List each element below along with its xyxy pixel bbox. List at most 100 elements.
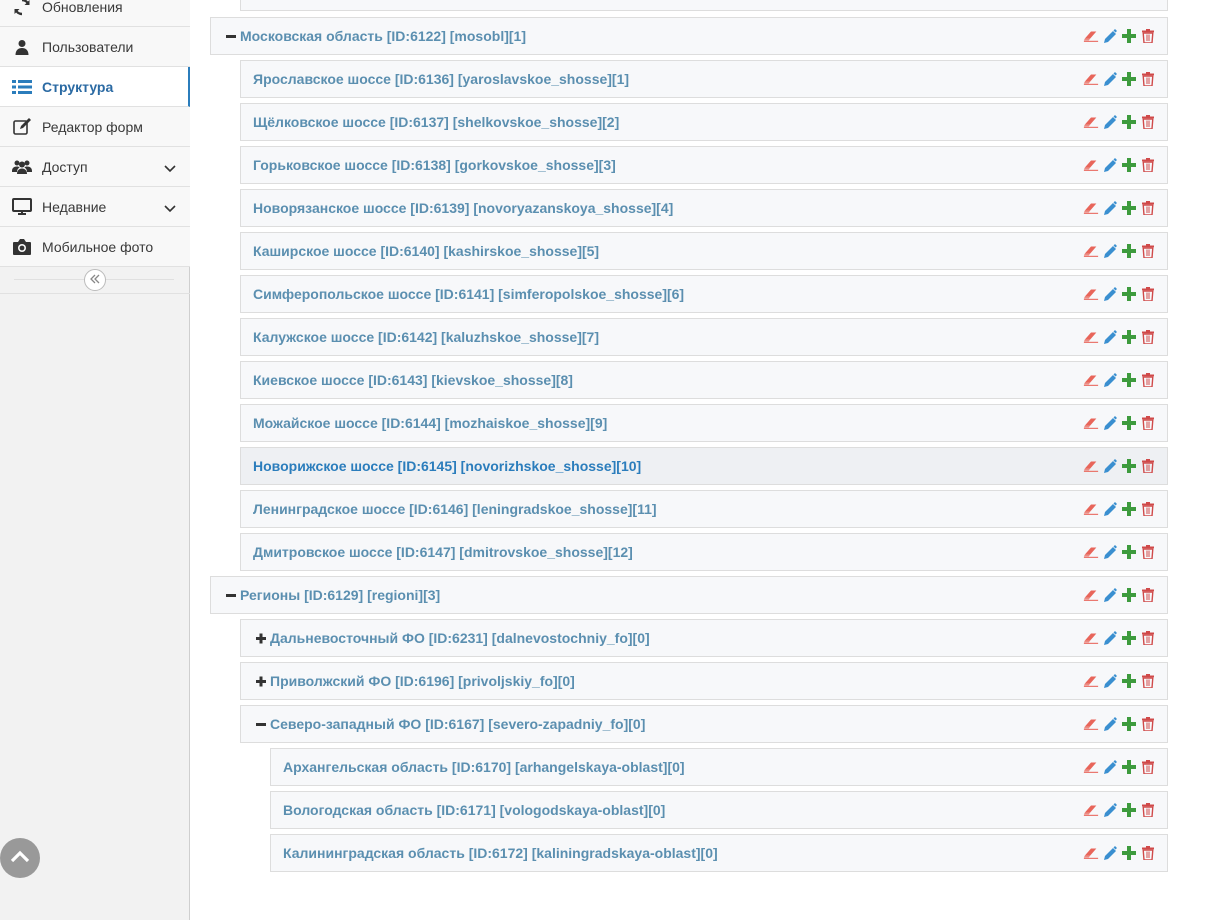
tree-row[interactable]: Вологодская область [ID:6171] [vologodsk… <box>270 791 1168 829</box>
trash-icon[interactable] <box>1140 156 1156 174</box>
eraser-icon[interactable] <box>1083 414 1099 432</box>
pencil-icon[interactable] <box>1102 801 1118 819</box>
tree-row[interactable]: Приволжский ФО [ID:6196] [privoljskiy_fo… <box>240 662 1168 700</box>
plus-icon[interactable] <box>1121 0 1137 1</box>
trash-icon[interactable] <box>1140 414 1156 432</box>
expand-plus-icon[interactable] <box>252 674 270 688</box>
pencil-icon[interactable] <box>1102 199 1118 217</box>
eraser-icon[interactable] <box>1083 758 1099 776</box>
plus-icon[interactable] <box>1121 543 1137 561</box>
pencil-icon[interactable] <box>1102 70 1118 88</box>
tree-row-label[interactable]: Калининградская область [ID:6172] [kalin… <box>283 845 718 861</box>
sidebar-collapse-button[interactable] <box>84 269 106 291</box>
plus-icon[interactable] <box>1121 758 1137 776</box>
eraser-icon[interactable] <box>1083 199 1099 217</box>
tree-row-label[interactable]: Ленинградское шоссе [ID:6146] [leningrad… <box>253 501 657 517</box>
trash-icon[interactable] <box>1140 715 1156 733</box>
tree-row[interactable]: ВАО [ID:6135] [vao][4] <box>240 0 1168 11</box>
pencil-icon[interactable] <box>1102 242 1118 260</box>
eraser-icon[interactable] <box>1083 629 1099 647</box>
tree-row-label[interactable]: Симферопольское шоссе [ID:6141] [simfero… <box>253 286 684 302</box>
eraser-icon[interactable] <box>1083 543 1099 561</box>
tree-row-label[interactable]: Северо-западный ФО [ID:6167] [severo-zap… <box>270 716 645 732</box>
tree-row-label[interactable]: Вологодская область [ID:6171] [vologodsk… <box>283 802 665 818</box>
pencil-icon[interactable] <box>1102 715 1118 733</box>
tree-row[interactable]: Щёлковское шоссе [ID:6137] [shelkovskoe_… <box>240 103 1168 141</box>
trash-icon[interactable] <box>1140 672 1156 690</box>
collapse-minus-icon[interactable] <box>222 588 240 602</box>
trash-icon[interactable] <box>1140 0 1156 1</box>
tree-row[interactable]: Дальневосточный ФО [ID:6231] [dalnevosto… <box>240 619 1168 657</box>
tree-row-label[interactable]: Можайское шоссе [ID:6144] [mozhaiskoe_sh… <box>253 415 607 431</box>
plus-icon[interactable] <box>1121 844 1137 862</box>
eraser-icon[interactable] <box>1083 801 1099 819</box>
tree-row[interactable]: Новорижское шоссе [ID:6145] [novorizhsko… <box>240 447 1168 485</box>
eraser-icon[interactable] <box>1083 371 1099 389</box>
menu-item-form-editor[interactable]: Редактор форм <box>0 107 190 147</box>
plus-icon[interactable] <box>1121 156 1137 174</box>
pencil-icon[interactable] <box>1102 113 1118 131</box>
pencil-icon[interactable] <box>1102 328 1118 346</box>
pencil-icon[interactable] <box>1102 414 1118 432</box>
tree-row[interactable]: Киевское шоссе [ID:6143] [kievskoe_shoss… <box>240 361 1168 399</box>
expand-plus-icon[interactable] <box>252 631 270 645</box>
plus-icon[interactable] <box>1121 328 1137 346</box>
eraser-icon[interactable] <box>1083 844 1099 862</box>
tree-row[interactable]: Московская область [ID:6122] [mosobl][1] <box>210 17 1168 55</box>
tree-row-label[interactable]: Дальневосточный ФО [ID:6231] [dalnevosto… <box>270 630 650 646</box>
eraser-icon[interactable] <box>1083 285 1099 303</box>
tree-row[interactable]: Калининградская область [ID:6172] [kalin… <box>270 834 1168 872</box>
trash-icon[interactable] <box>1140 500 1156 518</box>
plus-icon[interactable] <box>1121 414 1137 432</box>
plus-icon[interactable] <box>1121 285 1137 303</box>
eraser-icon[interactable] <box>1083 242 1099 260</box>
plus-icon[interactable] <box>1121 199 1137 217</box>
eraser-icon[interactable] <box>1083 586 1099 604</box>
pencil-icon[interactable] <box>1102 500 1118 518</box>
plus-icon[interactable] <box>1121 27 1137 45</box>
pencil-icon[interactable] <box>1102 844 1118 862</box>
tree-row-label[interactable]: Архангельская область [ID:6170] [arhange… <box>283 759 685 775</box>
pencil-icon[interactable] <box>1102 371 1118 389</box>
menu-item-users[interactable]: Пользователи <box>0 27 190 67</box>
trash-icon[interactable] <box>1140 113 1156 131</box>
eraser-icon[interactable] <box>1083 27 1099 45</box>
tree-row[interactable]: Северо-западный ФО [ID:6167] [severo-zap… <box>240 705 1168 743</box>
pencil-icon[interactable] <box>1102 672 1118 690</box>
tree-row-label[interactable]: Горьковское шоссе [ID:6138] [gorkovskoe_… <box>253 157 616 173</box>
eraser-icon[interactable] <box>1083 70 1099 88</box>
trash-icon[interactable] <box>1140 801 1156 819</box>
trash-icon[interactable] <box>1140 328 1156 346</box>
tree-row-label[interactable]: Регионы [ID:6129] [regioni][3] <box>240 587 440 603</box>
plus-icon[interactable] <box>1121 70 1137 88</box>
menu-item-access[interactable]: Доступ <box>0 147 190 187</box>
plus-icon[interactable] <box>1121 371 1137 389</box>
tree-row-label[interactable]: Каширское шоссе [ID:6140] [kashirskoe_sh… <box>253 243 599 259</box>
trash-icon[interactable] <box>1140 371 1156 389</box>
trash-icon[interactable] <box>1140 27 1156 45</box>
tree-row-label[interactable]: Московская область [ID:6122] [mosobl][1] <box>240 28 526 44</box>
tree-row-label[interactable]: Щёлковское шоссе [ID:6137] [shelkovskoe_… <box>253 114 619 130</box>
eraser-icon[interactable] <box>1083 0 1099 1</box>
menu-item-updates[interactable]: Обновления <box>0 0 190 27</box>
trash-icon[interactable] <box>1140 285 1156 303</box>
tree-row[interactable]: Каширское шоссе [ID:6140] [kashirskoe_sh… <box>240 232 1168 270</box>
tree-row-label[interactable]: Киевское шоссе [ID:6143] [kievskoe_shoss… <box>253 372 573 388</box>
eraser-icon[interactable] <box>1083 500 1099 518</box>
scroll-top-button[interactable] <box>0 838 40 878</box>
tree-row[interactable]: Горьковское шоссе [ID:6138] [gorkovskoe_… <box>240 146 1168 184</box>
trash-icon[interactable] <box>1140 844 1156 862</box>
plus-icon[interactable] <box>1121 242 1137 260</box>
plus-icon[interactable] <box>1121 715 1137 733</box>
pencil-icon[interactable] <box>1102 758 1118 776</box>
menu-item-structure[interactable]: Структура <box>0 67 190 107</box>
tree-row[interactable]: Регионы [ID:6129] [regioni][3] <box>210 576 1168 614</box>
tree-row-label[interactable]: Новорижское шоссе [ID:6145] [novorizhsko… <box>253 458 641 474</box>
eraser-icon[interactable] <box>1083 457 1099 475</box>
trash-icon[interactable] <box>1140 758 1156 776</box>
eraser-icon[interactable] <box>1083 113 1099 131</box>
pencil-icon[interactable] <box>1102 543 1118 561</box>
trash-icon[interactable] <box>1140 242 1156 260</box>
pencil-icon[interactable] <box>1102 457 1118 475</box>
eraser-icon[interactable] <box>1083 328 1099 346</box>
